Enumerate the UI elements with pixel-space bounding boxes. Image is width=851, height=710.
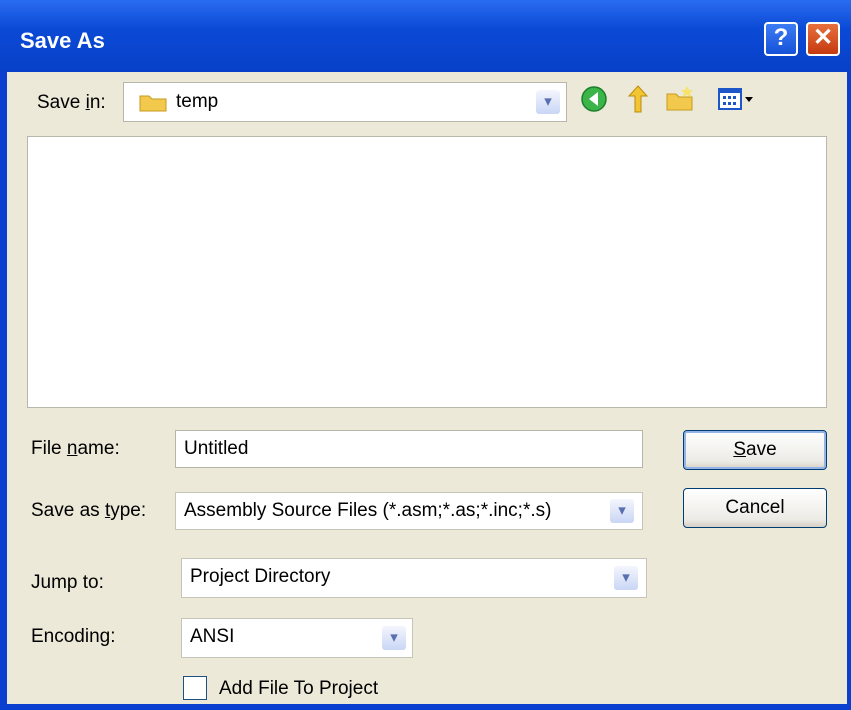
up-folder-icon[interactable] [621, 82, 655, 116]
jump-to-dropdown[interactable]: Project Directory ▾ [181, 558, 647, 598]
file-list[interactable] [27, 136, 827, 408]
jump-to-value: Project Directory [190, 566, 331, 587]
encoding-value: ANSI [190, 626, 235, 647]
chevron-down-icon[interactable]: ▾ [536, 90, 560, 114]
chevron-down-icon[interactable]: ▾ [382, 626, 406, 650]
add-file-to-project-label[interactable]: Add File To Project [219, 678, 378, 700]
save-in-label: Save in: [37, 92, 106, 113]
chevron-down-icon[interactable]: ▾ [614, 566, 638, 590]
save-as-dialog: Save As ? ✕ Save in: temp ▾ File name: U… [0, 0, 851, 710]
dialog-title: Save As [20, 28, 105, 53]
help-button[interactable]: ? [764, 22, 798, 56]
file-name-input[interactable]: Untitled [175, 430, 643, 468]
views-menu-icon[interactable] [715, 82, 763, 116]
new-folder-icon[interactable] [663, 82, 697, 116]
close-button[interactable]: ✕ [806, 22, 840, 56]
jump-to-label: Jump to: [31, 572, 104, 593]
encoding-dropdown[interactable]: ANSI ▾ [181, 618, 413, 658]
cancel-button[interactable]: Cancel [683, 488, 827, 528]
dialog-body: Save in: temp ▾ File name: Untitled Save… [7, 72, 847, 704]
folder-icon [139, 95, 167, 112]
save-as-type-dropdown[interactable]: Assembly Source Files (*.asm;*.as;*.inc;… [175, 492, 643, 530]
back-icon[interactable] [577, 82, 611, 116]
save-button[interactable]: Save [683, 430, 827, 470]
file-name-label: File name: [31, 438, 120, 459]
save-in-value: temp [176, 91, 219, 112]
save-as-type-value: Assembly Source Files (*.asm;*.as;*.inc;… [184, 500, 552, 521]
save-in-dropdown[interactable]: temp ▾ [123, 82, 567, 122]
encoding-label: Encoding: [31, 626, 116, 647]
add-file-to-project-checkbox[interactable] [183, 676, 207, 700]
save-as-type-label: Save as type: [31, 500, 147, 521]
title-bar[interactable]: Save As ? ✕ [0, 0, 851, 72]
chevron-down-icon[interactable]: ▾ [610, 499, 634, 523]
